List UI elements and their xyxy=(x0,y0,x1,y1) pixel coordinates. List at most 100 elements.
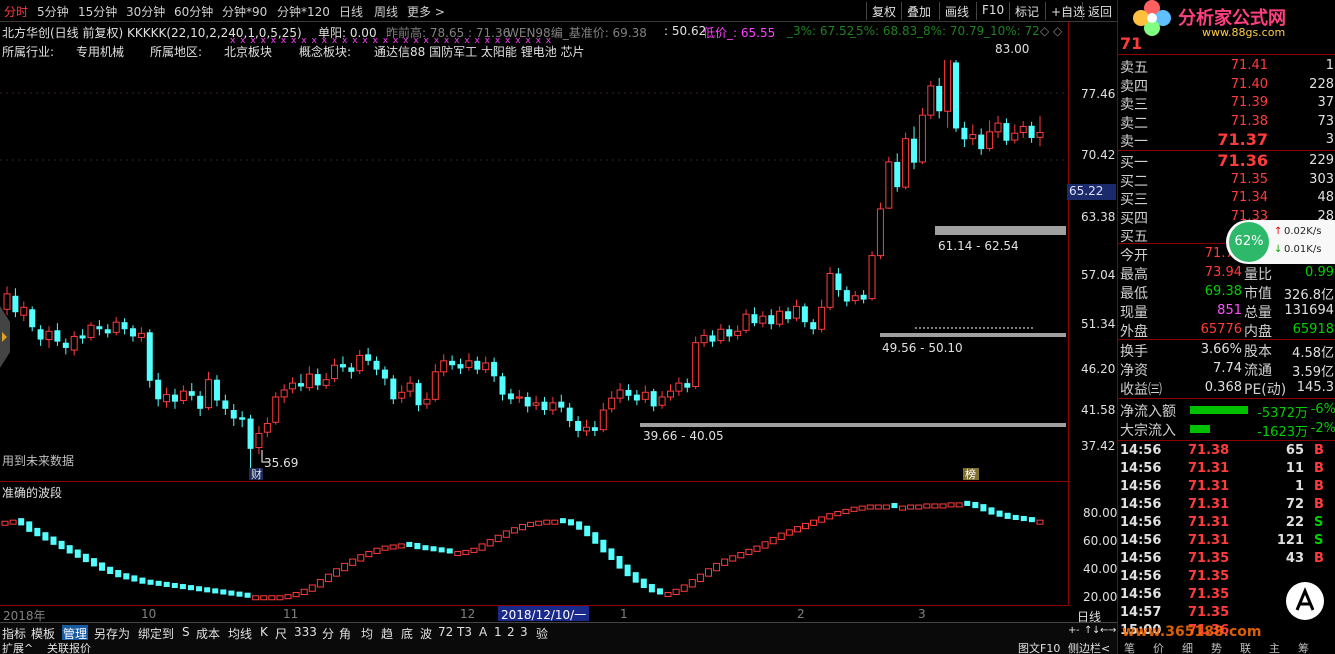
collapse-icon[interactable]: ◇ ◇ xyxy=(1040,24,1062,38)
wave-indicator-chart[interactable] xyxy=(0,482,1068,604)
bottom-tab[interactable]: S xyxy=(182,625,190,639)
sidebar-toggle[interactable]: 侧边栏< xyxy=(1068,640,1110,654)
candle-body xyxy=(129,328,136,337)
tab-90min[interactable]: 分钟*90 xyxy=(222,3,267,20)
bottom-tab[interactable]: 333 xyxy=(294,625,317,639)
tab-5min[interactable]: 5分钟 xyxy=(37,3,69,20)
candle-body xyxy=(936,85,943,112)
wave-bar xyxy=(608,548,615,560)
tab-minute[interactable]: 分时 xyxy=(4,3,28,20)
tick-price: 71.35 xyxy=(1188,587,1230,602)
f10-text-button[interactable]: 图文F10 xyxy=(1018,640,1060,654)
wave-bar xyxy=(422,545,429,551)
pct10-value: _10%: 72 xyxy=(984,24,1040,38)
bid-row[interactable]: 买一 71.36 229 xyxy=(1118,151,1335,171)
ask-label: 卖一 xyxy=(1120,134,1148,150)
tick-time: 14:56 xyxy=(1120,587,1162,602)
candle-body xyxy=(582,426,590,432)
tab-weekly[interactable]: 周线 xyxy=(374,3,398,20)
header-price: 71 xyxy=(1120,34,1143,53)
ask-volume: 1 xyxy=(1325,58,1334,73)
panel-tab-3[interactable]: 势 xyxy=(1211,640,1222,654)
panel-tab-2[interactable]: 细 xyxy=(1182,640,1193,654)
candle-body xyxy=(684,383,691,388)
candle-body xyxy=(591,427,598,431)
wave-bar xyxy=(761,541,769,549)
zone-label-middle: 49.56 - 50.10 xyxy=(882,341,963,355)
candle-body xyxy=(70,335,78,351)
tick-volume: 72 xyxy=(1285,497,1304,512)
wave-bar xyxy=(1,520,9,526)
candle-body xyxy=(726,329,733,337)
candle-body xyxy=(474,360,481,370)
mark-button[interactable]: 标记 xyxy=(1009,2,1044,20)
region-label: 所属地区: xyxy=(150,45,203,59)
tab-30min[interactable]: 30分钟 xyxy=(126,3,165,20)
ask-row[interactable]: 卖二 71.38 73 xyxy=(1118,113,1335,132)
ask-row[interactable]: 卖五 71.41 1 xyxy=(1118,57,1335,76)
wave-bar xyxy=(616,555,623,569)
wave-bar xyxy=(721,558,729,566)
nav-icon[interactable]: - xyxy=(1076,625,1080,636)
bid-row[interactable]: 买二 71.35 303 xyxy=(1118,171,1335,190)
tick-price: 71.31 xyxy=(1188,515,1230,530)
tick-time: 14:56 xyxy=(1120,443,1162,458)
tab-more[interactable]: 更多 > xyxy=(407,3,445,20)
wave-bar xyxy=(899,505,907,511)
assistant-icon[interactable] xyxy=(1286,582,1324,620)
expand-button[interactable]: 扩展^ xyxy=(2,640,33,654)
candle-body xyxy=(641,391,649,400)
ask-row[interactable]: 卖四 71.40 228 xyxy=(1118,76,1335,95)
wave-bar xyxy=(115,570,122,578)
tab-15min[interactable]: 15分钟 xyxy=(78,3,117,20)
tab-60min[interactable]: 60分钟 xyxy=(174,3,213,20)
draw-button[interactable]: 画线 xyxy=(939,2,974,20)
linked-quote-button[interactable]: 关联报价 xyxy=(47,640,91,654)
stat-value: 4.58亿 xyxy=(1292,346,1334,361)
wave-bar xyxy=(964,500,971,506)
back-button[interactable]: 返回 xyxy=(1082,2,1117,20)
candle-body xyxy=(331,364,339,380)
panel-tab-5[interactable]: 主 xyxy=(1269,640,1280,654)
bottom-tab[interactable]: 2 xyxy=(507,625,515,639)
lowprice-value: 低价_: 65.55 xyxy=(703,26,776,40)
flow-label: 净流入额 xyxy=(1120,404,1176,420)
candle-body xyxy=(406,382,414,392)
wave-bar xyxy=(535,520,543,526)
ask-price: 71.41 xyxy=(1230,58,1268,73)
candle-body xyxy=(717,328,725,342)
cai-tag[interactable]: 财 xyxy=(251,467,262,480)
candle-body xyxy=(1011,132,1019,141)
wave-bar xyxy=(397,543,405,549)
bang-tag[interactable]: 榜 xyxy=(965,467,976,480)
candlestick-chart[interactable]: 61.14 - 62.54 49.56 - 50.10 39.66 - 40.0… xyxy=(0,60,1068,480)
bottom-tab[interactable]: K xyxy=(260,625,268,639)
candle-body xyxy=(179,390,187,401)
tab-120min[interactable]: 分钟*120 xyxy=(277,3,330,20)
panel-tab-1[interactable]: 价 xyxy=(1153,640,1164,654)
panel-tab-6[interactable]: 筹 xyxy=(1298,640,1309,654)
nav-icon[interactable]: → xyxy=(1108,625,1116,636)
tick-time: 14:56 xyxy=(1120,497,1162,512)
wave-bar xyxy=(737,552,745,559)
tick-price: 71.31 xyxy=(1188,497,1230,512)
bottom-tab[interactable]: 3 xyxy=(520,625,528,639)
bid-row[interactable]: 买三 71.34 48 xyxy=(1118,189,1335,208)
wave-bar xyxy=(688,579,696,588)
tab-daily[interactable]: 日线 xyxy=(339,3,363,20)
f10-button[interactable]: F10 xyxy=(976,2,1009,20)
wave-bar xyxy=(624,564,631,577)
candle-body xyxy=(381,369,388,379)
bottom-tab[interactable]: 72 xyxy=(438,625,453,639)
wave-bar xyxy=(228,590,235,596)
panel-tab-0[interactable]: 笔 xyxy=(1124,640,1135,654)
ask-row[interactable]: 卖三 71.39 37 xyxy=(1118,94,1335,113)
adjust-button[interactable]: 复权 xyxy=(866,2,901,20)
overlay-button[interactable]: 叠加 xyxy=(901,2,936,20)
speed-widget[interactable]: 62% ↑ 0.02K/s ↓ 0.01K/s xyxy=(1226,220,1335,264)
bottom-tab[interactable]: 1 xyxy=(494,625,502,639)
bottom-tab[interactable]: A xyxy=(479,625,487,639)
bottom-tab[interactable]: T3 xyxy=(457,625,472,639)
ask-row[interactable]: 卖一 71.37 3 xyxy=(1118,130,1335,150)
panel-tab-4[interactable]: 联 xyxy=(1240,640,1251,654)
